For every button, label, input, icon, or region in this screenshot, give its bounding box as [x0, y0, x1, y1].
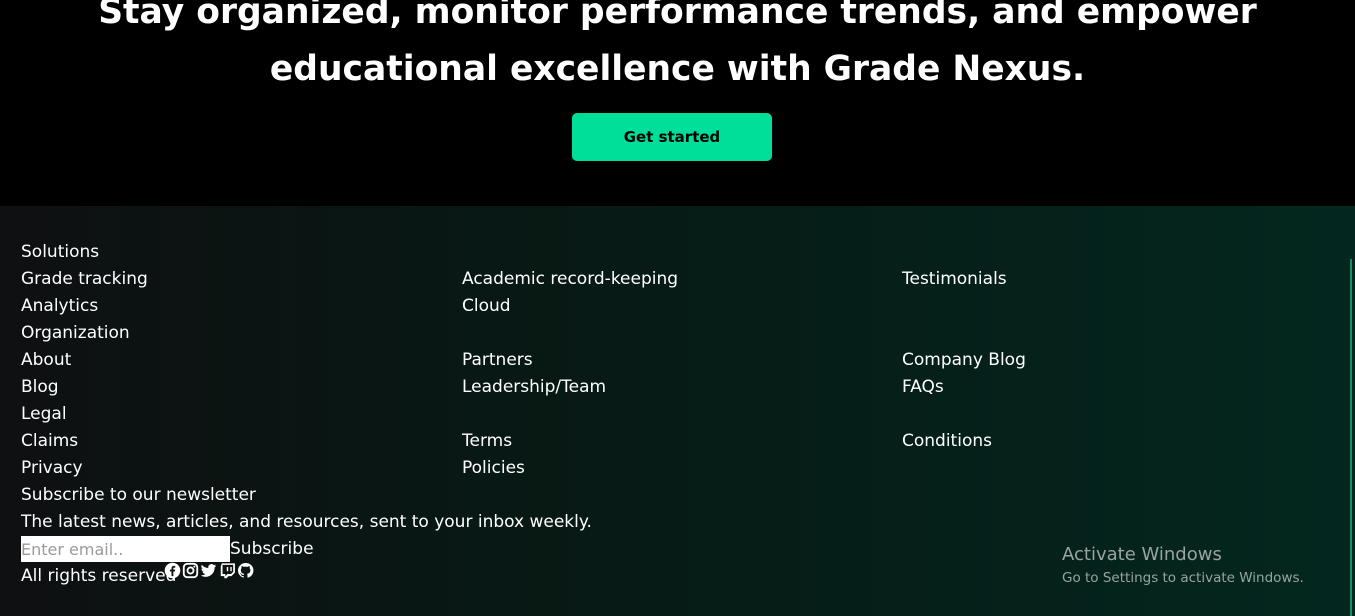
footer-link-terms[interactable]: Terms [462, 428, 512, 455]
footer-heading-solutions: Solutions [21, 242, 100, 262]
activate-windows-title: Activate Windows [1062, 544, 1222, 565]
copyright-text: All rights reserved [21, 566, 177, 586]
hero-section: Stay organized, monitor performance tren… [0, 0, 1355, 206]
activate-windows-subtitle: Go to Settings to activate Windows. [1062, 570, 1304, 586]
footer-link-conditions[interactable]: Conditions [902, 428, 992, 455]
footer-link-policies[interactable]: Policies [462, 455, 525, 482]
footer-link-academic-record-keeping[interactable]: Academic record-keeping [462, 266, 678, 293]
twitch-icon[interactable] [219, 562, 236, 579]
newsletter-heading: Subscribe to our newsletter [21, 485, 256, 505]
email-input[interactable] [21, 536, 230, 562]
github-icon[interactable] [237, 562, 254, 579]
footer-link-cloud[interactable]: Cloud [462, 293, 511, 320]
footer-link-testimonials[interactable]: Testimonials [902, 266, 1007, 293]
footer-link-claims[interactable]: Claims [21, 428, 78, 455]
footer-link-organization[interactable]: Organization [21, 320, 130, 347]
hero-title-line1: Stay organized, monitor performance tren… [98, 0, 1257, 32]
footer-link-company-blog[interactable]: Company Blog [902, 347, 1026, 374]
footer-link-grade-tracking[interactable]: Grade tracking [21, 266, 148, 293]
facebook-icon[interactable] [164, 562, 181, 579]
footer-link-privacy[interactable]: Privacy [21, 455, 83, 482]
footer-heading-about: About [21, 350, 72, 370]
subscribe-button[interactable]: Subscribe [230, 536, 314, 563]
twitter-icon[interactable] [200, 562, 217, 579]
footer-link-leadership-team[interactable]: Leadership/Team [462, 374, 606, 401]
instagram-icon[interactable] [182, 562, 199, 579]
footer-link-partners[interactable]: Partners [462, 347, 533, 374]
footer-link-analytics[interactable]: Analytics [21, 293, 98, 320]
get-started-button[interactable]: Get started [572, 113, 772, 161]
footer-link-faqs[interactable]: FAQs [902, 374, 944, 401]
hero-title-line2: educational excellence with Grade Nexus. [269, 49, 1086, 89]
footer-link-blog[interactable]: Blog [21, 374, 59, 401]
footer-heading-legal: Legal [21, 404, 67, 424]
newsletter-description: The latest news, articles, and resources… [21, 512, 592, 532]
scrollbar[interactable] [1350, 259, 1352, 616]
hero-title: Stay organized, monitor performance tren… [0, 0, 1355, 98]
